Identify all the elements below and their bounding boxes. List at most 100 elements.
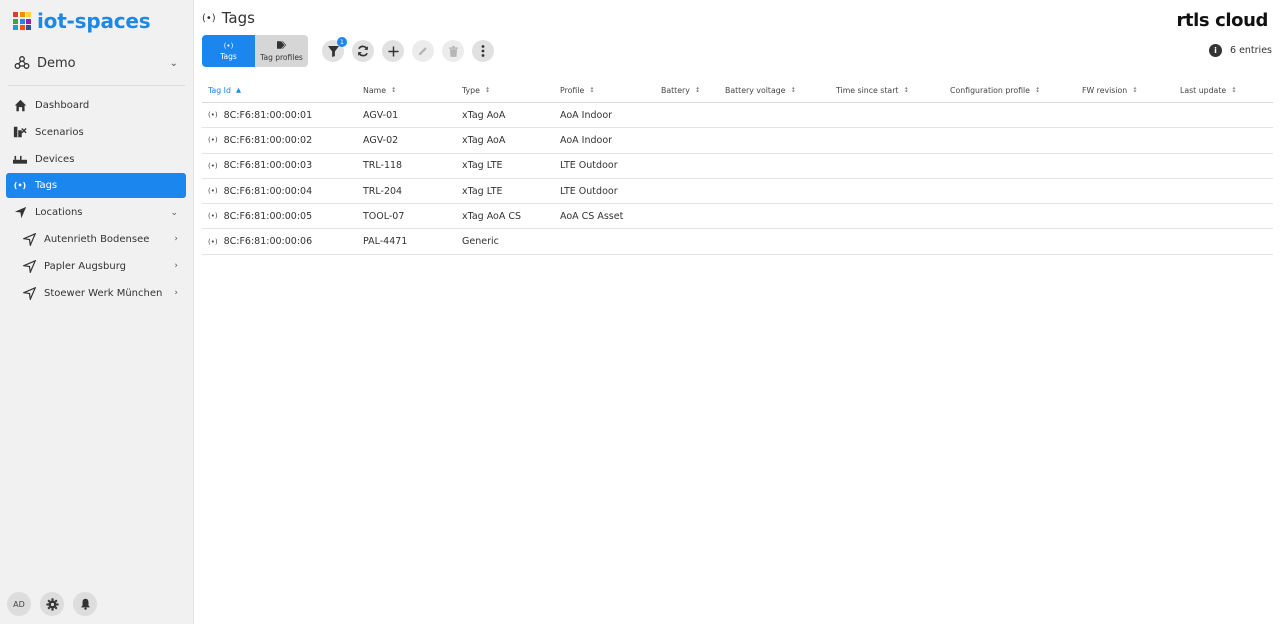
column-header[interactable]: Profile ↕ <box>554 86 655 95</box>
table-cell: xTag AoA <box>456 110 554 121</box>
logo-grid-cell <box>19 18 25 24</box>
filter-badge: 1 <box>337 37 347 47</box>
table-cell-value: xTag LTE <box>462 160 503 172</box>
sort-icon: ↕ <box>1132 86 1138 94</box>
column-header[interactable]: Type ↕ <box>456 86 554 95</box>
sidebar-location-label: Papler Augsburg <box>44 260 126 272</box>
app-logo[interactable]: iot-spaces <box>13 8 151 34</box>
user-avatar[interactable]: AD <box>7 592 31 616</box>
column-header[interactable]: Battery voltage ↕ <box>719 86 830 95</box>
more-vertical-icon <box>481 45 485 57</box>
column-header[interactable]: FW revision ↕ <box>1076 86 1174 95</box>
table-cell: TRL-204 <box>357 186 456 197</box>
tab-tags[interactable]: (•) Tags <box>202 35 255 67</box>
broadcast-icon: (•) <box>208 161 218 170</box>
table-row[interactable]: (•) 8C:F6:81:00:00:02 AGV-02 xTag AoA AoA In… <box>202 128 1273 154</box>
table-cell: xTag LTE <box>456 186 554 197</box>
chevron-right-icon: › <box>174 234 178 245</box>
table-cell: TOOL-07 <box>357 211 456 222</box>
toolbar: 1 <box>322 37 494 62</box>
table-cell-value: 8C:F6:81:00:00:01 <box>223 109 313 121</box>
broadcast-icon: (•) <box>208 237 218 246</box>
notifications-button[interactable] <box>73 592 97 616</box>
trash-icon <box>448 45 458 57</box>
broadcast-icon: (•) <box>223 41 234 50</box>
entries-label: 6 entries <box>1230 45 1272 56</box>
table-row[interactable]: (•) 8C:F6:81:00:00:01 AGV-01 xTag AoA AoA In… <box>202 103 1273 129</box>
column-header[interactable]: Battery ↕ <box>655 86 719 95</box>
table-cell: xTag LTE <box>456 160 554 171</box>
table-cell-value: TOOL-07 <box>363 210 405 222</box>
refresh-button[interactable] <box>352 40 374 62</box>
table-cell-value: Generic <box>462 236 499 248</box>
sidebar-item-scenarios[interactable]: Scenarios <box>6 120 186 145</box>
chevron-right-icon: › <box>174 288 178 299</box>
table-cell: AGV-02 <box>357 135 456 146</box>
table-cell: AoA Indoor <box>554 135 655 146</box>
page-title-text: Tags <box>221 9 255 27</box>
tab-tag-profiles[interactable]: Tag profiles <box>255 35 308 67</box>
table-cell: xTag AoA <box>456 135 554 146</box>
sidebar-item-label: Devices <box>35 153 75 165</box>
table-row[interactable]: (•) 8C:F6:81:00:00:03 TRL-118 xTag LTE LTE O… <box>202 154 1273 179</box>
column-header[interactable]: Last update ↕ <box>1174 86 1273 95</box>
delete-button[interactable] <box>442 40 464 62</box>
tags-icon <box>276 40 287 51</box>
home-icon <box>13 99 27 113</box>
sidebar-bottom-bar: AD <box>7 592 97 616</box>
tab-label: Tags <box>220 51 237 61</box>
table-row[interactable]: (•) 8C:F6:81:00:00:04 TRL-204 xTag LTE LTE O… <box>202 179 1273 205</box>
more-button[interactable] <box>472 40 494 62</box>
column-header[interactable]: Time since start ↕ <box>830 86 944 95</box>
table-cell-value: 8C:F6:81:00:00:04 <box>223 185 313 197</box>
broadcast-icon: (•) <box>208 136 218 145</box>
sidebar-item-devices[interactable]: Devices <box>6 147 186 172</box>
plus-icon <box>387 45 399 57</box>
logo-grid-cell <box>13 25 18 30</box>
sidebar-location-papler[interactable]: Papler Augsburg › <box>6 254 186 279</box>
sidebar-item-tags[interactable]: (•) Tags <box>6 173 186 199</box>
edit-button[interactable] <box>412 40 434 62</box>
table-cell-value: 8C:F6:81:00:00:05 <box>223 210 313 222</box>
page-title: (•) Tags <box>202 9 255 27</box>
settings-button[interactable] <box>40 592 64 616</box>
sidebar-nav: Dashboard Scenarios Devices (•) Tags Loc… <box>6 93 186 307</box>
devices-icon <box>13 152 27 166</box>
table-cell: (•) 8C:F6:81:00:00:02 <box>202 135 357 146</box>
sidebar-divider <box>8 85 185 86</box>
logo-grid-cell <box>13 12 18 17</box>
location-arrow-icon <box>13 206 27 220</box>
table-cell: xTag AoA CS <box>456 211 554 222</box>
column-header-label: Battery voltage <box>725 85 786 95</box>
table-cell: TRL-118 <box>357 160 456 171</box>
table-row[interactable]: (•) 8C:F6:81:00:00:06 PAL-4471 Generic <box>202 229 1273 255</box>
filter-button[interactable]: 1 <box>322 37 347 62</box>
org-chart-icon <box>14 56 30 69</box>
column-header[interactable]: Configuration profile ↕ <box>944 86 1076 95</box>
sidebar-location-label: Autenrieth Bodensee <box>44 233 150 245</box>
table-cell-value: xTag AoA <box>462 109 506 121</box>
table-cell-value: LTE Outdoor <box>560 185 618 197</box>
table-cell-value: AGV-02 <box>363 134 399 146</box>
space-selector[interactable]: Demo ⌄ <box>14 52 182 74</box>
sort-icon: ↕ <box>1034 86 1041 94</box>
sidebar-location-autenrieth[interactable]: Autenrieth Bodensee › <box>6 227 186 252</box>
sort-icon: ↕ <box>391 86 397 94</box>
broadcast-icon: (•) <box>13 181 27 191</box>
column-header[interactable]: Name ↕ <box>357 86 456 95</box>
sidebar-item-locations[interactable]: Locations ⌄ <box>6 200 186 225</box>
table-cell: Generic <box>456 236 554 247</box>
table-cell: AoA CS Asset <box>554 211 655 222</box>
table-cell-value: xTag AoA CS <box>462 210 522 222</box>
refresh-icon <box>358 45 368 57</box>
add-button[interactable] <box>382 40 404 62</box>
table-row[interactable]: (•) 8C:F6:81:00:00:05 TOOL-07 xTag AoA CS Ao… <box>202 204 1273 230</box>
column-header[interactable]: Tag Id ▲ <box>202 86 357 95</box>
sidebar-item-dashboard[interactable]: Dashboard <box>6 93 186 118</box>
sort-icon: ↕ <box>790 86 796 94</box>
sidebar-location-stoewer[interactable]: Stoewer Werk München › <box>6 281 186 306</box>
logo-grid-cell <box>13 18 18 24</box>
broadcast-icon: (•) <box>208 187 218 196</box>
logo-grid-cell <box>26 18 31 24</box>
table-cell: LTE Outdoor <box>554 160 655 171</box>
